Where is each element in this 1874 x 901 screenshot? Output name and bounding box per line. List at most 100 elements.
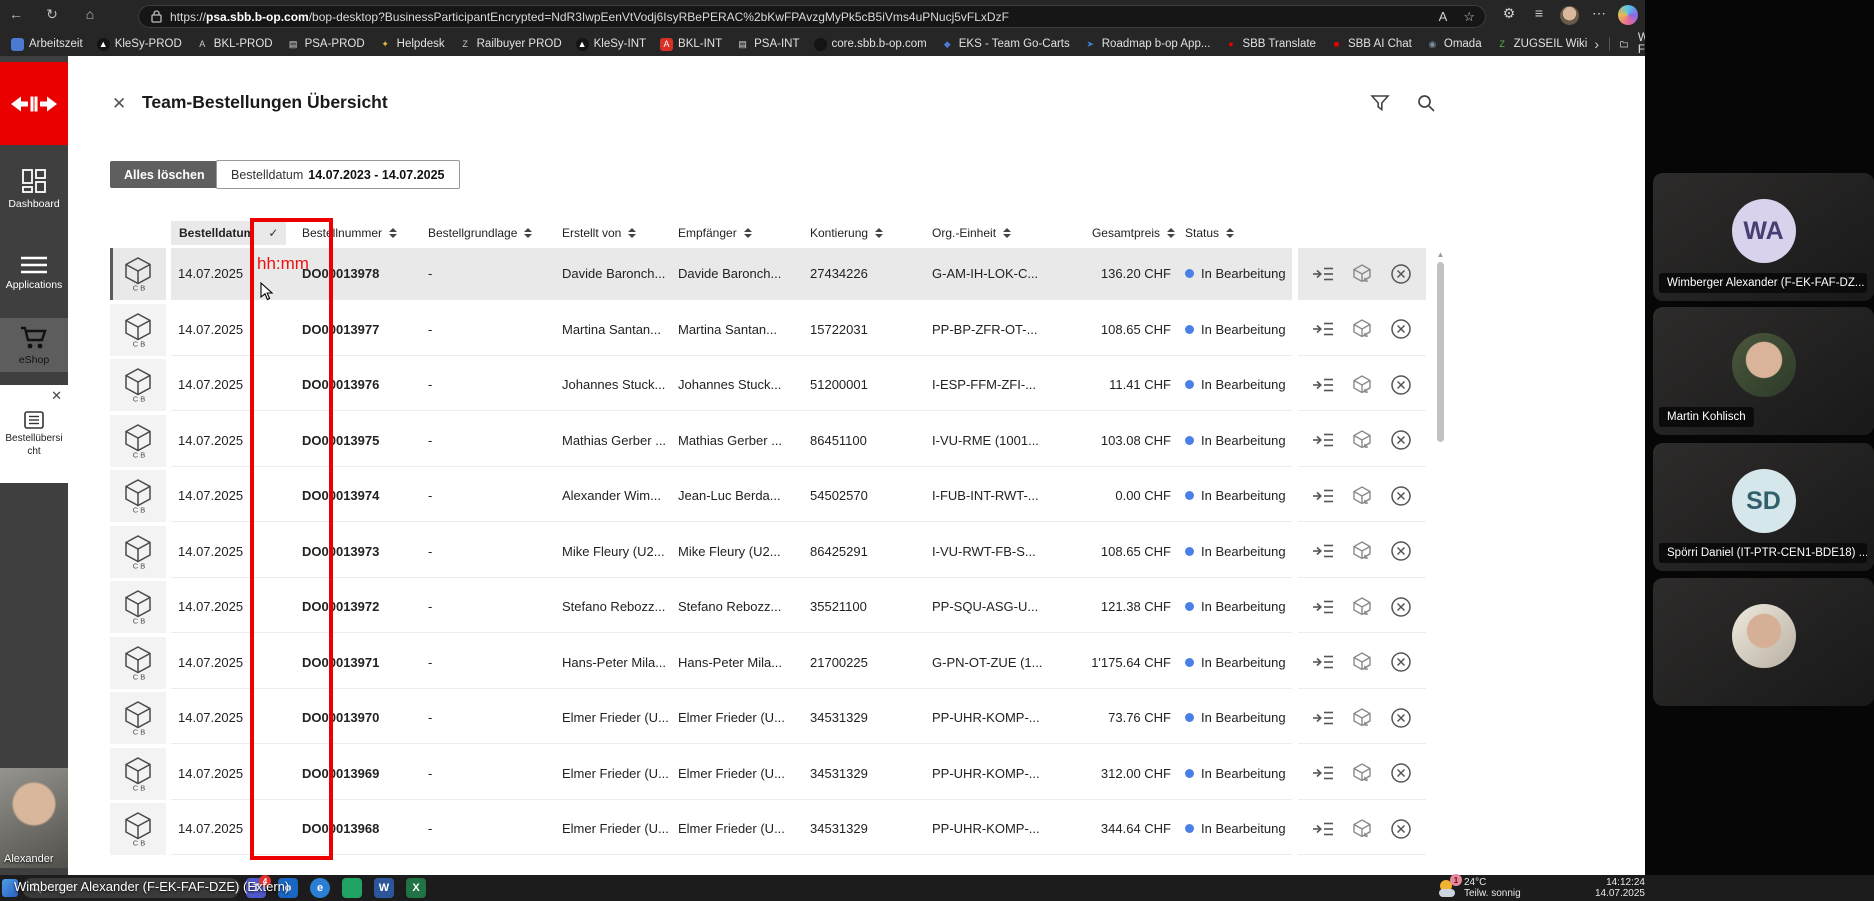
taskbar-clock[interactable]: 14:12:24 14.07.2025 [1545,877,1645,899]
column-status[interactable]: Status [1175,226,1292,240]
return-order-button[interactable] [1349,760,1375,786]
return-order-button[interactable] [1349,538,1375,564]
return-order-button[interactable] [1349,649,1375,675]
open-details-button[interactable] [1310,316,1336,342]
sort-icon[interactable] [524,228,532,238]
open-details-button[interactable] [1310,538,1336,564]
return-order-button[interactable] [1349,316,1375,342]
taskbar-app-icon[interactable]: e [310,878,330,898]
favorites-bar-icon[interactable]: ≡ [1528,5,1550,21]
cancel-order-button[interactable] [1388,372,1414,398]
bookmark-item[interactable]: ◉ Omada [1419,36,1489,53]
scroll-up-icon[interactable]: ▲ [1436,250,1445,259]
bookmark-item[interactable]: ➤ Roadmap b-op App... [1077,36,1218,53]
sort-icon[interactable] [628,228,636,238]
open-details-button[interactable] [1310,372,1336,398]
bookmark-item[interactable]: ◆ EKS - Team Go-Carts [934,36,1077,53]
column-kontierung[interactable]: Kontierung [803,226,925,240]
column-erstellt-von[interactable]: Erstellt von [555,226,671,240]
return-order-button[interactable] [1349,483,1375,509]
cancel-order-button[interactable] [1388,594,1414,620]
tab-close-icon[interactable]: ✕ [51,388,62,404]
more-bookmarks-chevron-icon[interactable]: › [1594,36,1599,52]
cancel-order-button[interactable] [1388,760,1414,786]
bookmark-item[interactable]: ■ SBB AI Chat [1323,36,1419,53]
open-details-button[interactable] [1310,261,1336,287]
sort-icon[interactable] [1167,228,1175,238]
refresh-icon[interactable]: ↻ [40,6,64,23]
sort-icon[interactable] [1003,228,1011,238]
participant-tile[interactable]: Martin Kohlisch [1653,307,1874,435]
back-icon[interactable]: ← [4,6,28,22]
search-icon[interactable] [1416,93,1436,118]
participant-tile[interactable]: WA Wimberger Alexander (F-EK-FAF-DZ... [1653,173,1874,301]
sort-icon[interactable] [1226,228,1234,238]
cancel-order-button[interactable] [1388,816,1414,842]
browser-menu-icon[interactable]: ⋯ [1588,5,1610,22]
bookmark-item[interactable]: ▲ KleSy-INT [569,36,653,53]
sort-icon[interactable] [875,228,883,238]
favorite-star-icon[interactable]: ☆ [1463,9,1475,25]
open-details-button[interactable] [1310,705,1336,731]
bookmark-item[interactable]: Arbeitszeit [4,36,90,53]
weather-widget[interactable]: 1 24°C Teilw. sonnig [1438,877,1521,899]
extensions-icon[interactable]: ⚙ [1498,5,1520,22]
return-order-button[interactable] [1349,705,1375,731]
cancel-order-button[interactable] [1388,427,1414,453]
return-order-button[interactable] [1349,594,1375,620]
scrollbar-thumb[interactable] [1437,262,1444,442]
cancel-order-button[interactable] [1388,261,1414,287]
cancel-order-button[interactable] [1388,316,1414,342]
participant-tile[interactable]: SD Spörri Daniel (IT-PTR-CEN1-BDE18) ... [1653,443,1874,571]
sort-icon[interactable] [744,228,752,238]
sort-icon[interactable] [389,228,397,238]
participant-tile[interactable] [1653,578,1874,706]
bookmark-item[interactable]: A BKL-INT [653,36,729,53]
column-gesamtpreis[interactable]: Gesamtpreis [1057,226,1175,240]
taskbar-app-icon[interactable] [342,878,362,898]
open-details-button[interactable] [1310,427,1336,453]
bookmark-item[interactable]: ▤ PSA-PROD [280,36,372,53]
cancel-order-button[interactable] [1388,538,1414,564]
copilot-icon[interactable] [1618,5,1638,25]
filter-icon[interactable] [1370,93,1390,118]
sidebar-item-eshop[interactable]: eShop [0,318,68,372]
sidebar-tab-bestelluebersicht[interactable]: ✕ Bestellübersicht [0,385,68,483]
address-bar[interactable]: https://psa.sbb.b-op.com/bop-desktop?Bus… [138,5,1486,28]
profile-avatar[interactable] [1560,6,1579,25]
cancel-order-button[interactable] [1388,649,1414,675]
column-bestellgrundlage[interactable]: Bestellgrundlage [421,226,555,240]
home-icon[interactable]: ⌂ [78,6,102,22]
open-details-button[interactable] [1310,816,1336,842]
read-aloud-icon[interactable]: A [1439,9,1448,24]
return-order-button[interactable] [1349,427,1375,453]
table-scrollbar[interactable]: ▲ [1436,250,1445,858]
open-details-button[interactable] [1310,483,1336,509]
taskbar-app-icon[interactable]: W [374,878,394,898]
clear-filters-button[interactable]: Alles löschen [110,161,219,188]
bookmark-item[interactable]: ▲ KleSy-PROD [90,36,189,53]
open-details-button[interactable] [1310,594,1336,620]
column-empfaenger[interactable]: Empfänger [671,226,803,240]
bookmark-item[interactable]: ✦ Helpdesk [372,36,452,53]
open-details-button[interactable] [1310,760,1336,786]
taskbar-app-icon[interactable]: X [406,878,426,898]
return-order-button[interactable] [1349,372,1375,398]
bookmark-item[interactable]: core.sbb.b-op.com [807,36,934,53]
bookmark-item[interactable]: Z Railbuyer PROD [452,36,569,53]
return-order-button[interactable] [1349,816,1375,842]
sidebar-item-applications[interactable]: Applications [0,255,68,291]
sidebar-item-dashboard[interactable]: Dashboard [0,168,68,210]
bookmark-item[interactable]: ● SBB Translate [1217,36,1323,53]
bookmark-item[interactable]: Z ZUGSEIL Wiki [1489,36,1595,53]
sbb-logo[interactable] [0,62,68,145]
bookmark-item[interactable]: ▤ PSA-INT [729,36,806,53]
column-org-einheit[interactable]: Org.-Einheit [925,226,1057,240]
cancel-order-button[interactable] [1388,483,1414,509]
open-details-button[interactable] [1310,649,1336,675]
page-close-icon[interactable]: ✕ [112,94,126,114]
return-order-button[interactable] [1349,261,1375,287]
self-video-tile[interactable]: Alexander [0,768,68,868]
cancel-order-button[interactable] [1388,705,1414,731]
bookmark-item[interactable]: A BKL-PROD [189,36,280,53]
